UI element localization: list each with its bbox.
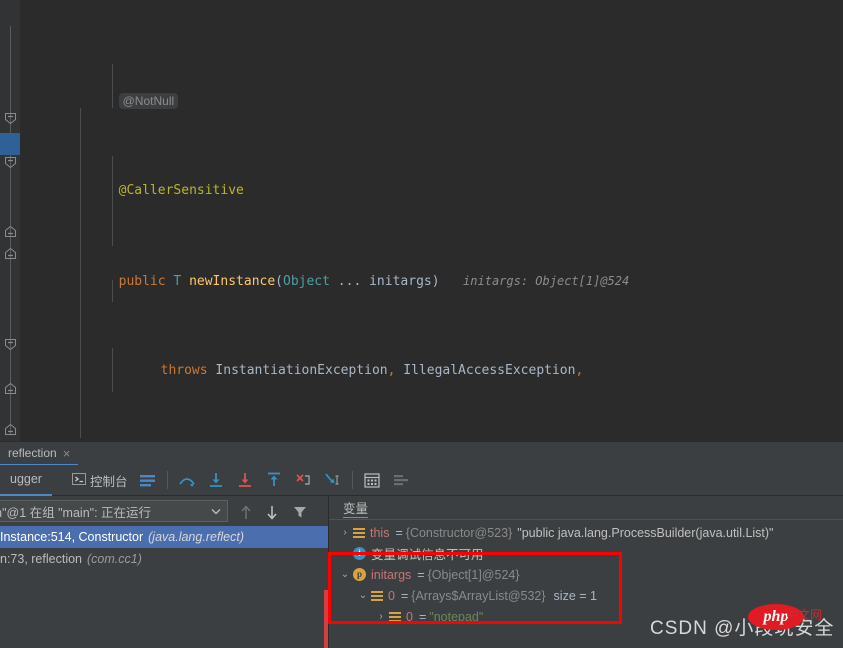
variable-name: 0	[388, 588, 395, 603]
tab-reflection[interactable]: reflection ×	[0, 442, 79, 466]
ide-window: @NotNull @CallerSensitive public T newIn…	[0, 0, 843, 648]
variable-equals: =	[417, 567, 425, 582]
kw-public: public	[118, 274, 166, 289]
frame-up-button[interactable]	[236, 502, 256, 522]
field-icon	[353, 527, 365, 539]
variable-equals: =	[418, 609, 427, 624]
frames-panel[interactable]: main"@1 在组 "main": 正在运行 Instance:514, Co…	[0, 496, 328, 648]
variable-equals: =	[395, 525, 403, 540]
variable-row-debug-info-unavailable[interactable]: i 变量调试信息不可用	[329, 543, 843, 564]
variable-value: "public java.lang.ProcessBuilder(java.ut…	[517, 525, 774, 540]
annotation-caller-sensitive: @CallerSensitive	[118, 183, 244, 198]
toolbar-separator	[166, 471, 168, 489]
notnull-inlay-hint: @NotNull	[118, 93, 179, 109]
step-into-button[interactable]	[203, 467, 230, 494]
code-line[interactable]: @CallerSensitive	[20, 158, 843, 198]
fold-marker-collapse[interactable]	[3, 112, 18, 125]
variable-row-array-element[interactable]: ⌄ 0 = {Arrays$ArrayList@532} size = 1	[329, 585, 843, 606]
tab-debugger-label: ugger	[10, 472, 42, 486]
frame-down-button[interactable]	[262, 502, 282, 522]
code-editor[interactable]: @NotNull @CallerSensitive public T newIn…	[0, 0, 843, 441]
php-logo-cn: 中文网	[786, 608, 823, 622]
filter-icon[interactable]	[290, 502, 310, 522]
parameter-icon: p	[353, 568, 366, 581]
code-line[interactable]: throws InstantiationException, IllegalAc…	[20, 338, 843, 378]
frame-list[interactable]: Instance:514, Constructor (java.lang.ref…	[0, 526, 328, 648]
fold-marker-expand[interactable]	[3, 225, 18, 238]
kw-throws: throws	[160, 363, 208, 378]
console-icon	[71, 472, 86, 489]
code-line[interactable]: public T newInstance(Object ... initargs…	[20, 248, 843, 289]
close-icon[interactable]: ×	[63, 446, 71, 461]
variables-header-label: 变量	[343, 498, 369, 518]
chevron-down-icon[interactable]: ⌄	[355, 590, 371, 601]
variable-ref: {Arrays$ArrayList@532}	[411, 588, 546, 603]
code-line[interactable]: IllegalArgumentException, InvocationTarg…	[20, 428, 843, 442]
variable-ref: {Object[1]@524}	[427, 567, 520, 582]
variable-ref: {Constructor@523}	[405, 525, 513, 540]
fold-marker-expand[interactable]	[3, 382, 18, 395]
console-button[interactable]: 控制台	[68, 467, 132, 494]
chevron-down-icon[interactable]: ⌄	[337, 569, 353, 580]
code-line[interactable]: @NotNull	[20, 68, 843, 109]
threads-view-button[interactable]	[134, 467, 161, 494]
method-newInstance: newInstance	[189, 274, 276, 289]
thread-selector[interactable]: main"@1 在组 "main": 正在运行	[0, 500, 228, 522]
fold-marker-expand[interactable]	[3, 423, 18, 436]
exc-instantiation: InstantiationException	[215, 363, 388, 378]
variable-name: initargs	[371, 567, 412, 582]
variable-row-this[interactable]: › this = {Constructor@523} "public java.…	[329, 522, 843, 543]
step-out-button[interactable]	[261, 467, 288, 494]
frame-label: Instance:514, Constructor	[0, 530, 144, 544]
run-to-cursor-button[interactable]	[319, 467, 346, 494]
mute-breakpoints-button[interactable]	[388, 467, 415, 494]
editor-fold-gutter[interactable]	[0, 0, 20, 441]
fold-marker-collapse[interactable]	[3, 338, 18, 351]
frame-label: n:73, reflection	[0, 552, 82, 566]
frame-package: (com.cc1)	[87, 552, 142, 566]
step-over-button[interactable]	[174, 467, 201, 494]
editor-tab-strip[interactable]: reflection ×	[0, 441, 843, 466]
chevron-down-icon[interactable]	[211, 504, 221, 518]
variable-name: this	[370, 525, 390, 540]
inline-param-value-hint: initargs: Object[1]@524	[463, 274, 630, 288]
force-step-into-button[interactable]	[232, 467, 259, 494]
exc-illegal-access: IllegalAccessException	[403, 363, 576, 378]
tab-debugger[interactable]: ugger	[0, 465, 52, 496]
evaluate-expression-button[interactable]	[359, 467, 386, 494]
drop-frame-button[interactable]	[290, 467, 317, 494]
frame-row[interactable]: n:73, reflection (com.cc1)	[0, 548, 328, 570]
chevron-right-icon[interactable]: ›	[373, 611, 389, 622]
variables-header: 变量	[329, 496, 843, 520]
frames-toolbar[interactable]: main"@1 在组 "main": 正在运行	[0, 496, 328, 526]
field-icon	[371, 590, 383, 602]
info-icon: i	[353, 547, 366, 560]
code-content[interactable]: @NotNull @CallerSensitive public T newIn…	[20, 0, 843, 441]
variable-equals: =	[400, 588, 409, 603]
type-Object: Object	[283, 274, 330, 289]
thread-selector-value: main"@1 在组 "main": 正在运行	[0, 505, 152, 520]
frame-package: (java.lang.reflect)	[148, 530, 245, 544]
debug-info-message: 变量调试信息不可用	[371, 548, 484, 562]
variable-size: size = 1	[553, 588, 597, 603]
tab-label: reflection	[8, 446, 57, 460]
varargs-ellipsis: ...	[337, 274, 362, 289]
param-initargs: initargs	[369, 274, 432, 289]
frame-row[interactable]: Instance:514, Constructor (java.lang.ref…	[0, 526, 328, 548]
toolbar-separator	[351, 471, 353, 489]
console-label: 控制台	[89, 474, 128, 489]
field-icon	[389, 611, 401, 623]
variable-row-initargs[interactable]: ⌄ p initargs = {Object[1]@524}	[329, 564, 843, 585]
selected-line-gutter	[0, 133, 20, 155]
variable-value-string: "notepad"	[429, 609, 484, 624]
fold-marker-collapse[interactable]	[3, 156, 18, 169]
variable-name: 0	[406, 609, 413, 624]
debug-toolbar[interactable]: ugger 控制台	[0, 465, 843, 496]
chevron-right-icon[interactable]: ›	[337, 527, 353, 538]
fold-marker-expand[interactable]	[3, 247, 18, 260]
